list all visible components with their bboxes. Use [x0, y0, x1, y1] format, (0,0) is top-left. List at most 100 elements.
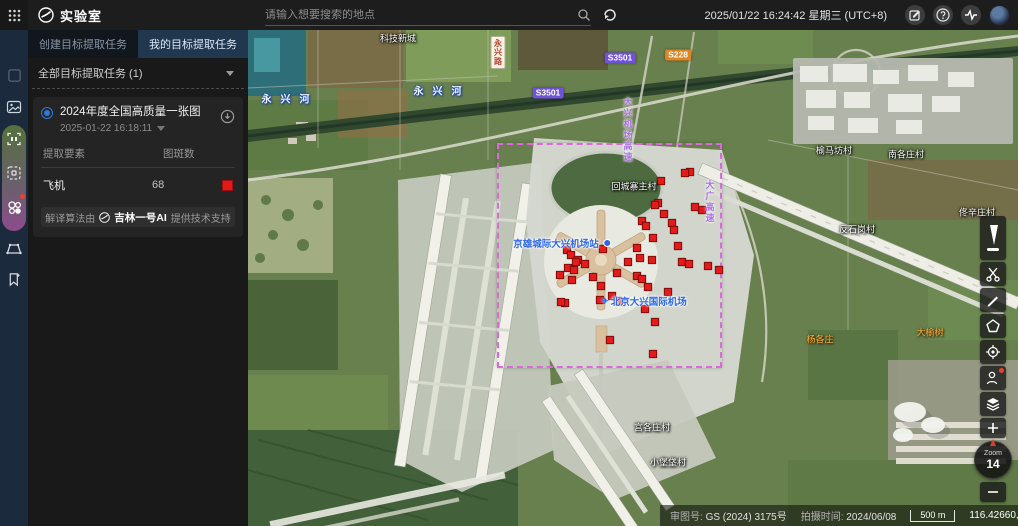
zoom-dial[interactable]: Zoom 14 [974, 441, 1012, 479]
brand-logo-icon [38, 7, 54, 23]
detection-color-swatch[interactable] [222, 180, 233, 191]
layers-button[interactable] [980, 392, 1006, 416]
help-icon [936, 8, 950, 22]
feedback-button[interactable] [905, 5, 925, 25]
result-table-row[interactable]: 飞机 68 [41, 177, 235, 193]
road-badge: S3501 [605, 53, 636, 64]
edit-note-icon [909, 9, 921, 21]
rail-item-bookmark[interactable] [0, 268, 28, 290]
topbar-right: 2025/01/22 16:24:42 星期三 (UTC+8) [704, 0, 1010, 30]
rail-item-polygon[interactable] [0, 238, 28, 260]
capture-time-label: 拍摄时间: [801, 512, 844, 523]
powered-prefix: 解译算法由 [45, 210, 95, 225]
grid-tool-icon [7, 68, 22, 83]
pulse-icon [964, 8, 978, 22]
scissors-icon [985, 266, 1001, 282]
apps-grid-icon [8, 9, 21, 22]
datetime: 2025/01/22 16:24:42 星期三 (UTC+8) [704, 7, 887, 23]
street-person-button[interactable] [980, 366, 1006, 390]
jilin1-logo-icon [99, 212, 110, 223]
task-filter-dropdown[interactable]: 全部目标提取任务 (1) [28, 58, 248, 88]
feature-name: 飞机 [43, 177, 152, 193]
approval-number-value: GS (2024) 3175号 [706, 512, 787, 523]
draw-tool-button[interactable] [980, 288, 1006, 312]
polygon-tool-icon [6, 241, 22, 257]
ai-extract-icon [6, 199, 23, 216]
zoom-in-button[interactable] [980, 418, 1006, 438]
brand: 实验室 [38, 6, 102, 25]
select-area-icon [6, 165, 22, 181]
target-icon [985, 344, 1001, 360]
tab-my-tasks[interactable]: 我的目标提取任务 [138, 30, 248, 58]
chevron-down-icon [157, 126, 165, 131]
task-title: 2024年度全国高质量一张图 [60, 105, 201, 119]
left-icon-rail [0, 30, 28, 526]
rail-item-select-area[interactable] [0, 162, 28, 184]
pen-icon [985, 292, 1001, 308]
task-time: 2025-01-22 16:18:11 [60, 123, 152, 134]
search-input[interactable] [265, 9, 577, 21]
compass-needle-icon [990, 439, 996, 446]
swipe-compare-button[interactable] [980, 216, 1006, 260]
map-viewport[interactable]: 科技新城永兴路永兴河永兴河大兴机场高速大广高速回城寨主村京雄城际大兴机场站✈北京… [248, 30, 1018, 526]
rail-item-scan-view[interactable] [0, 128, 28, 150]
map-status-bar: 审图号: GS (2024) 3175号 拍摄时间: 2024/06/08 50… [660, 505, 1018, 526]
scale-bar: 500 m [910, 510, 955, 522]
rail-item-ai-extract[interactable] [0, 196, 28, 218]
polygon-draw-button[interactable] [980, 314, 1006, 338]
pentagon-icon [985, 318, 1001, 334]
scan-view-icon [6, 131, 22, 147]
divider [32, 88, 244, 89]
road-badge: S228 [665, 50, 691, 61]
approval-number-label: 审图号: [670, 512, 703, 523]
download-button[interactable] [220, 109, 235, 124]
refresh-icon [602, 7, 618, 23]
app-title: 实验室 [60, 6, 102, 25]
bookmark-icon [7, 272, 22, 287]
task-card-header: 2024年度全国高质量一张图 2025-01-22 16:18:11 [41, 105, 235, 134]
powered-by-bar: 解译算法由 吉林一号AI 提供技术支持 [41, 207, 235, 227]
apps-grid-button[interactable] [0, 0, 28, 30]
chevron-down-icon [226, 71, 234, 76]
search-icon[interactable] [577, 8, 591, 22]
help-button[interactable] [933, 5, 953, 25]
cursor-coordinates: 116.42660, 39.53656 [969, 510, 1018, 521]
minus-icon [987, 486, 999, 498]
task-tabs: 创建目标提取任务 我的目标提取任务 [28, 30, 248, 58]
capture-time-value: 2024/06/08 [846, 512, 896, 523]
download-icon [220, 109, 235, 124]
reset-search-button[interactable] [602, 7, 618, 23]
notification-badge [20, 194, 25, 199]
plus-icon [987, 422, 999, 434]
column-feature: 提取要素 [43, 146, 163, 161]
locate-button[interactable] [980, 340, 1006, 364]
rail-item-dim-tool[interactable] [0, 64, 28, 86]
search-bar [265, 4, 591, 26]
road-badge-layer: S3501 S3501 S228 [248, 30, 1018, 526]
feature-count: 68 [152, 179, 222, 191]
notification-badge [999, 368, 1004, 373]
column-count: 图斑数 [163, 146, 233, 161]
divider [41, 167, 235, 168]
map-toolbar: Zoom 14 [978, 216, 1008, 502]
image-layer-icon [6, 99, 22, 115]
person-pin-icon [985, 370, 1001, 386]
clip-tool-button[interactable] [980, 262, 1006, 286]
result-table-header: 提取要素 图斑数 [41, 146, 235, 161]
task-filter-label: 全部目标提取任务 (1) [38, 65, 143, 81]
road-badge: S3501 [533, 88, 564, 99]
layers-icon [985, 396, 1001, 412]
zoom-value: 14 [986, 458, 999, 470]
zoom-out-button[interactable] [980, 482, 1006, 502]
activity-button[interactable] [961, 5, 981, 25]
task-radio-selected[interactable] [41, 107, 53, 119]
task-time-row[interactable]: 2025-01-22 16:18:11 [60, 123, 201, 134]
topbar: 实验室 2025/01/22 16:24:42 星期三 (UTC+8) [0, 0, 1018, 30]
powered-brand: 吉林一号AI [114, 210, 167, 225]
task-card[interactable]: 2024年度全国高质量一张图 2025-01-22 16:18:11 提取要素 … [33, 97, 243, 237]
swipe-curtain-icon [983, 224, 1003, 252]
user-avatar[interactable] [989, 5, 1010, 26]
powered-suffix: 提供技术支持 [171, 210, 231, 225]
tab-create-task[interactable]: 创建目标提取任务 [28, 30, 138, 58]
rail-item-imagery[interactable] [0, 96, 28, 118]
